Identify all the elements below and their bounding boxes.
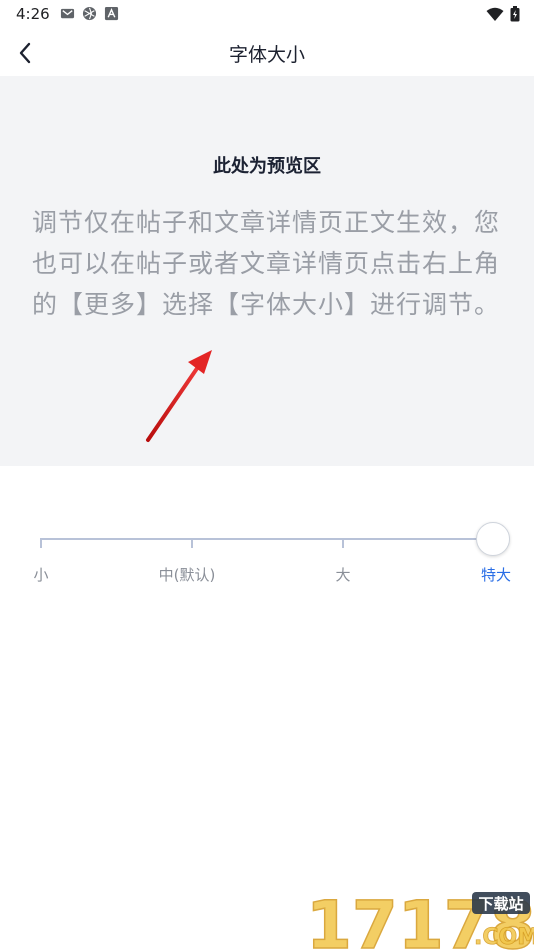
status-time: 4:26 [16, 5, 50, 23]
slider-track[interactable] [41, 538, 493, 540]
slider-option-extra-large[interactable]: 特大 [481, 564, 511, 585]
aperture-icon [82, 6, 97, 21]
mail-icon [60, 8, 75, 19]
slider-tick-large [342, 538, 344, 548]
battery-icon [510, 6, 520, 22]
status-notification-icons [60, 6, 119, 21]
status-system-icons [486, 6, 520, 22]
wifi-icon [486, 7, 504, 21]
preview-heading: 此处为预览区 [213, 156, 321, 177]
page-title: 字体大小 [228, 44, 305, 66]
slider-tick-medium [191, 538, 193, 548]
preview-area: 此处为预览区 调节仅在帖子和文章详情页正文生效，您也可以在帖子或者文章详情页点击… [0, 76, 534, 466]
font-a-icon [104, 6, 119, 21]
slider-option-small[interactable]: 小 [33, 564, 48, 585]
nav-bar: 字体大小 [0, 30, 534, 76]
slider-tick-small [40, 538, 42, 548]
slider-option-medium-default[interactable]: 中(默认) [159, 564, 216, 585]
slider-option-large[interactable]: 大 [335, 564, 350, 585]
watermark-logo: 17178 下载站 .COM [306, 886, 534, 950]
preview-text: 调节仅在帖子和文章详情页正文生效，您也可以在帖子或者文章详情页点击右上角的【更多… [32, 208, 501, 319]
red-arrow-annotation [146, 350, 212, 442]
font-size-slider[interactable]: 小 中(默认) 大 特大 [0, 500, 534, 610]
watermark-tag: 下载站 [478, 895, 523, 913]
status-bar: 4:26 [0, 0, 534, 30]
slider-thumb[interactable] [476, 522, 510, 556]
watermark-suffix: .COM [474, 925, 534, 950]
